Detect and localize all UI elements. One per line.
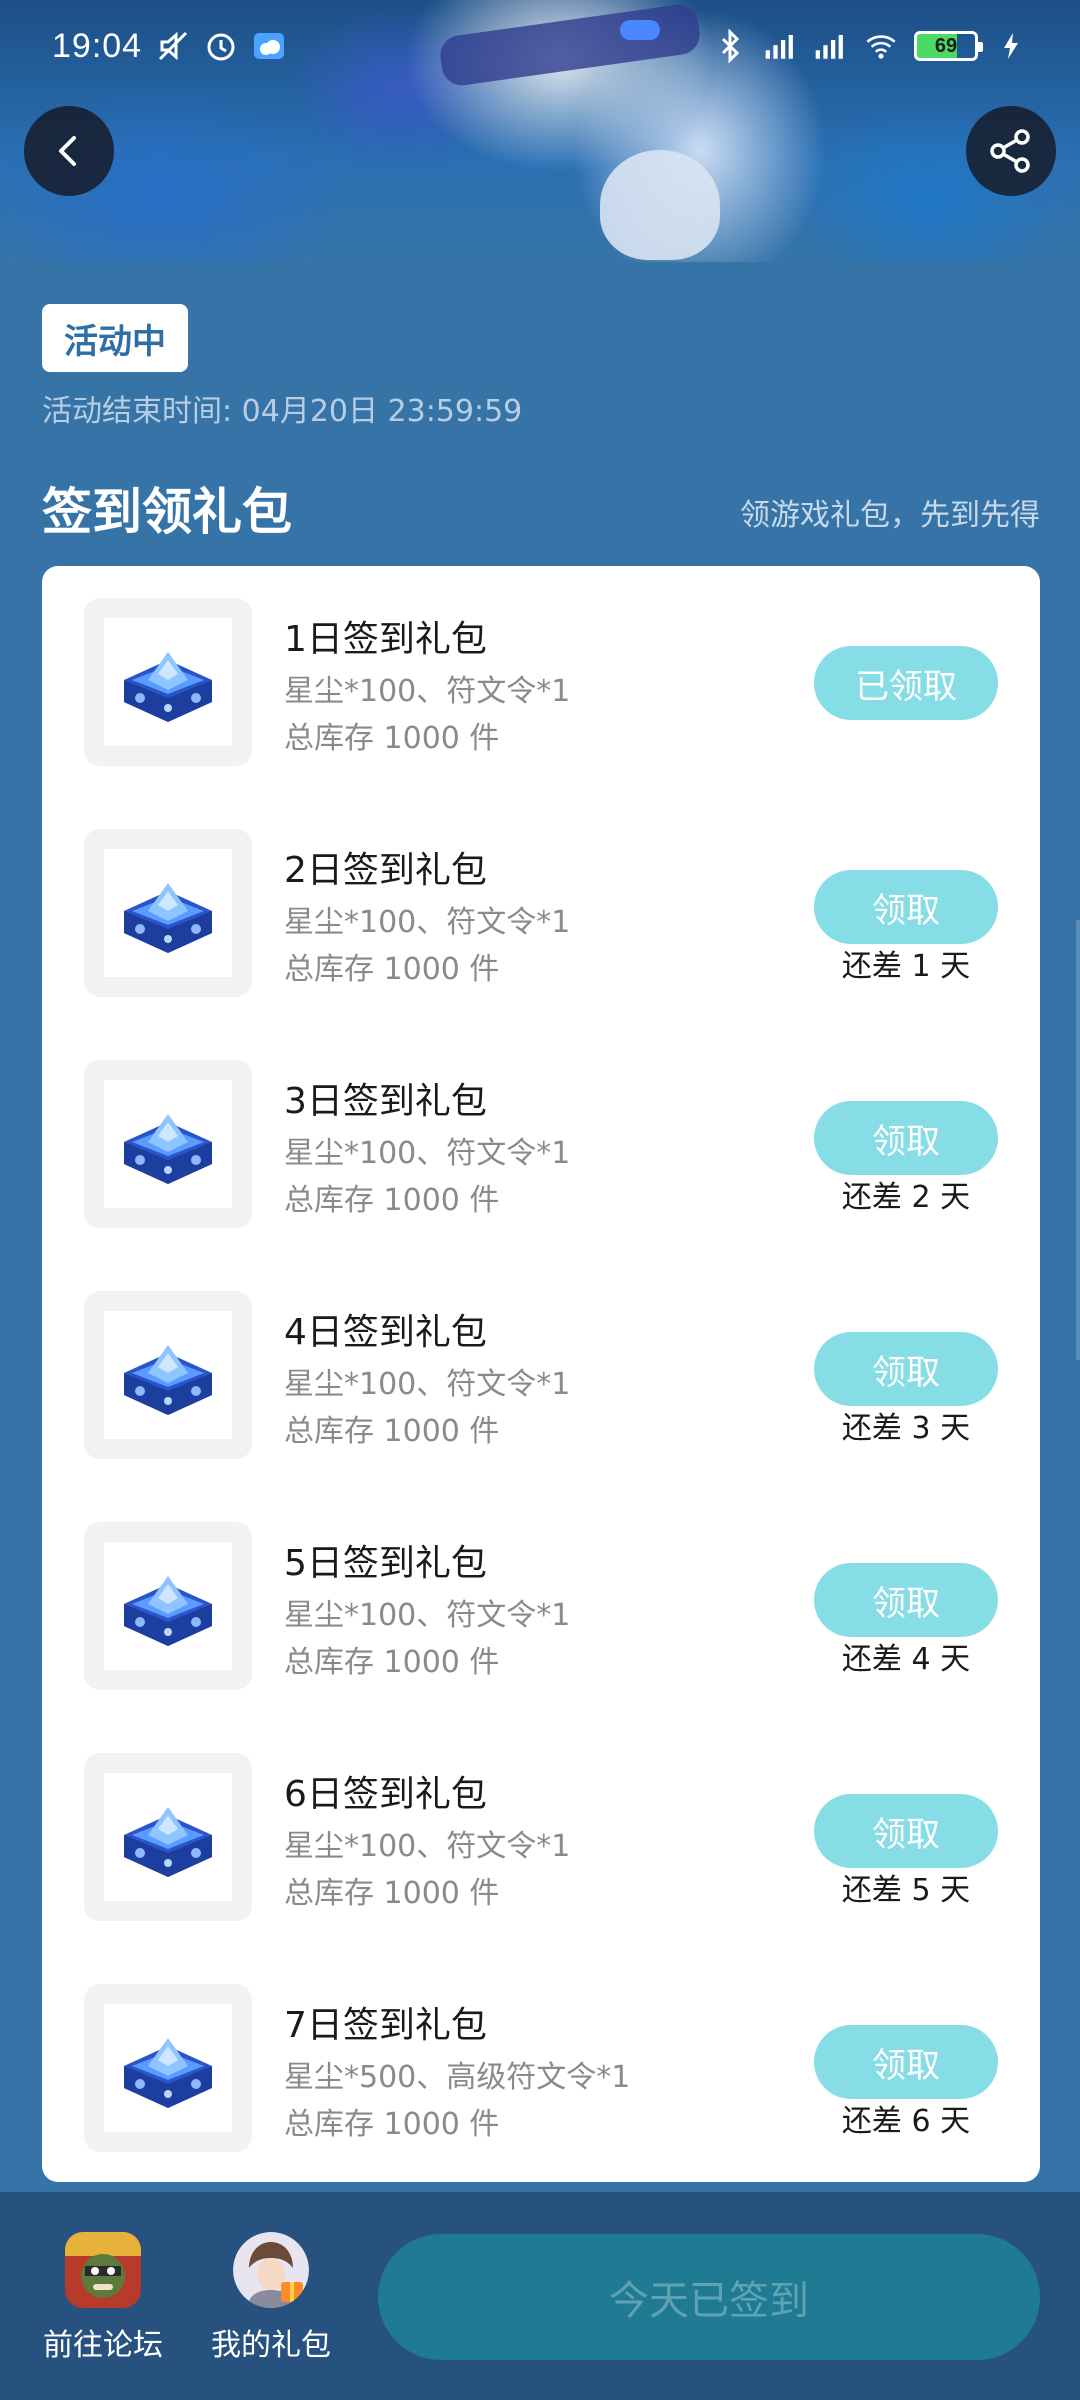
forum-tab-label: 前往论坛 [43,2328,163,2363]
bluetooth-icon [714,29,748,63]
scrollbar[interactable] [1076,920,1080,1360]
gift-stock: 总库存 1000 件 [284,1876,500,1911]
share-button[interactable] [966,106,1056,196]
gift-row: 1日签到礼包 星尘*100、符文令*1 总库存 1000 件 已领取 [42,566,1040,797]
days-remaining: 还差 3 天 [841,1411,971,1446]
gift-image [84,1522,252,1690]
gift-description: 星尘*100、符文令*1 [284,674,571,709]
days-remaining: 还差 1 天 [841,949,971,984]
treasure-chest-icon [104,2004,232,2132]
status-bar: 19:04 69 [0,0,1080,92]
claim-button[interactable]: 领取 [814,2025,998,2099]
treasure-chest-icon [104,1542,232,1670]
gift-description: 星尘*100、符文令*1 [284,905,571,940]
activity-end-time: 活动结束时间: 04月20日 23:59:59 [42,394,523,429]
signal-icon-1 [764,29,798,63]
charging-icon [994,29,1028,63]
back-button[interactable] [24,106,114,196]
gift-name: 6日签到礼包 [284,1774,487,1815]
gift-stock: 总库存 1000 件 [284,721,500,756]
gift-stock: 总库存 1000 件 [284,1414,500,1449]
signal-icon-2 [814,29,848,63]
battery-indicator: 69 [914,31,983,61]
claim-button[interactable]: 领取 [814,1101,998,1175]
gift-name: 1日签到礼包 [284,619,487,660]
treasure-chest-icon [104,1311,232,1439]
share-icon [990,129,1030,173]
claim-button[interactable]: 领取 [814,1332,998,1406]
my-gifts-tab[interactable]: 我的礼包 [196,2232,346,2364]
gift-image [84,1060,252,1228]
gift-stock: 总库存 1000 件 [284,952,500,987]
gift-row: 3日签到礼包 星尘*100、符文令*1 总库存 1000 件 领取 还差 2 天 [42,1028,1040,1259]
my-gifts-tab-label: 我的礼包 [211,2328,331,2363]
treasure-chest-icon [104,1773,232,1901]
gift-name: 7日签到礼包 [284,2005,487,2046]
gift-image [84,829,252,997]
days-remaining: 还差 4 天 [841,1642,971,1677]
gift-description: 星尘*100、符文令*1 [284,1598,571,1633]
gift-image [84,1753,252,1921]
treasure-chest-icon [104,618,232,746]
gift-image [84,1291,252,1459]
game-avatar-icon [65,2232,141,2308]
mute-icon [156,29,190,63]
gift-row: 2日签到礼包 星尘*100、符文令*1 总库存 1000 件 领取 还差 1 天 [42,797,1040,1028]
days-remaining: 还差 2 天 [841,1180,971,1215]
claim-button[interactable]: 领取 [814,1794,998,1868]
days-remaining: 还差 5 天 [841,1873,971,1908]
gift-name: 5日签到礼包 [284,1543,487,1584]
chevron-left-icon [59,136,76,166]
section-title: 签到领礼包 [42,483,292,541]
claim-button[interactable]: 领取 [814,1563,998,1637]
treasure-chest-icon [104,1080,232,1208]
gift-image [84,1984,252,2152]
gift-description: 星尘*500、高级符文令*1 [284,2060,631,2095]
gift-stock: 总库存 1000 件 [284,1183,500,1218]
activity-status-badge: 活动中 [42,304,188,372]
forum-tab[interactable]: 前往论坛 [28,2232,178,2364]
alarm-icon [204,29,238,63]
status-time: 19:04 [52,26,143,65]
gift-row: 7日签到礼包 星尘*500、高级符文令*1 总库存 1000 件 领取 还差 6… [42,1952,1040,2182]
banner-art-figure [600,150,720,260]
section-subtitle: 领游戏礼包，先到先得 [740,498,1040,533]
gift-list: 1日签到礼包 星尘*100、符文令*1 总库存 1000 件 已领取 2日签到礼… [42,566,1040,2182]
gift-stock: 总库存 1000 件 [284,2107,500,2142]
wifi-icon [864,29,898,63]
gift-description: 星尘*100、符文令*1 [284,1829,571,1864]
gift-row: 4日签到礼包 星尘*100、符文令*1 总库存 1000 件 领取 还差 3 天 [42,1259,1040,1490]
gift-name: 4日签到礼包 [284,1312,487,1353]
gift-description: 星尘*100、符文令*1 [284,1367,571,1402]
weather-icon [252,29,286,63]
gift-name: 3日签到礼包 [284,1081,487,1122]
gift-stock: 总库存 1000 件 [284,1645,500,1680]
days-remaining: 还差 6 天 [841,2104,971,2139]
checkin-button[interactable]: 今天已签到 [378,2234,1040,2360]
user-avatar-icon [233,2232,309,2308]
treasure-chest-icon [104,849,232,977]
gift-image [84,598,252,766]
gift-row: 6日签到礼包 星尘*100、符文令*1 总库存 1000 件 领取 还差 5 天 [42,1721,1040,1952]
gift-name: 2日签到礼包 [284,850,487,891]
gift-row: 5日签到礼包 星尘*100、符文令*1 总库存 1000 件 领取 还差 4 天 [42,1490,1040,1721]
gift-description: 星尘*100、符文令*1 [284,1136,571,1171]
bottom-bar: 前往论坛 我的礼包 今天已签到 [0,2192,1080,2400]
claim-button[interactable]: 领取 [814,870,998,944]
claimed-button[interactable]: 已领取 [814,646,998,720]
